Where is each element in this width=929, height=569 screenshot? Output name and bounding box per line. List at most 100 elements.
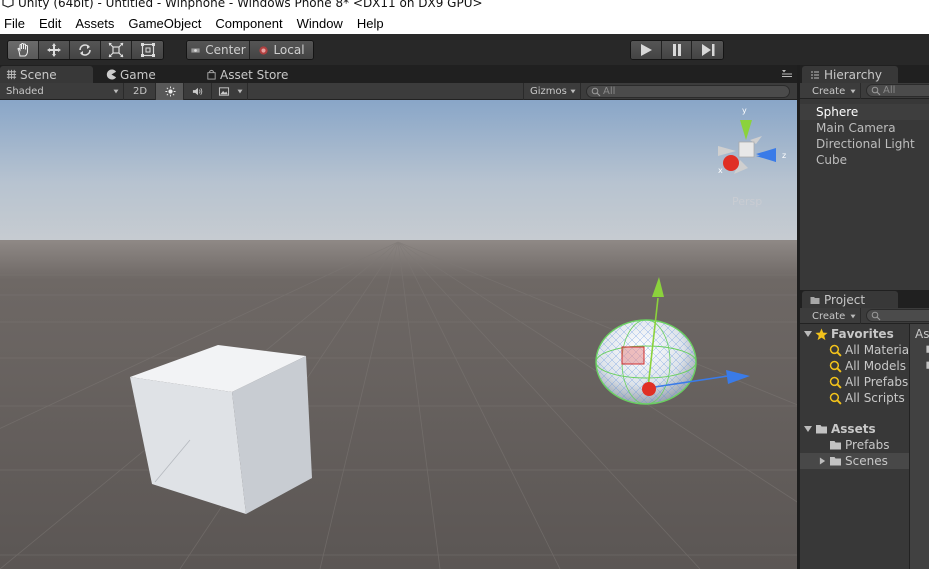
projection-label[interactable]: Persp xyxy=(732,195,762,208)
search-folder-icon xyxy=(829,392,842,405)
tab-scene-label: Scene xyxy=(20,67,57,82)
project-search-input[interactable] xyxy=(866,309,929,322)
search-folder-icon xyxy=(829,344,842,357)
folder-scenes-label: Scenes xyxy=(845,454,888,468)
folder-icon xyxy=(810,296,820,304)
pivot-center-button[interactable]: Center xyxy=(187,41,250,59)
folder-prefabs[interactable]: Prefabs xyxy=(829,437,890,453)
window-titlebar: Unity (64bit) - Untitled - Winphone - Wi… xyxy=(0,0,929,12)
pivot-center-label: Center xyxy=(205,43,246,57)
hierarchy-item-cube[interactable]: Cube xyxy=(800,152,929,168)
scene-search-placeholder: All xyxy=(603,86,616,97)
list-icon xyxy=(811,71,819,78)
pivot-local-icon xyxy=(259,45,269,55)
tab-asset-store[interactable]: Asset Store xyxy=(200,66,300,83)
tab-project[interactable]: Project xyxy=(802,291,898,308)
menu-bar: File Edit Assets GameObject Component Wi… xyxy=(0,12,929,34)
assets-section[interactable]: Assets xyxy=(804,421,876,437)
move-tool-button[interactable] xyxy=(39,41,70,59)
rect-tool-button[interactable] xyxy=(132,41,163,59)
favorite-item-all-prefabs[interactable]: All Prefabs xyxy=(829,374,908,390)
pivot-controls: Center Local xyxy=(186,40,314,60)
tab-hierarchy[interactable]: Hierarchy xyxy=(802,66,898,83)
speaker-icon xyxy=(192,87,203,96)
step-button[interactable] xyxy=(692,41,723,59)
sky xyxy=(0,100,797,250)
tab-menu-icon[interactable] xyxy=(781,69,793,79)
pause-icon xyxy=(672,44,681,56)
hierarchy-toolbar: Create All xyxy=(800,83,929,99)
axis-y-label: y xyxy=(742,106,747,115)
search-folder-icon xyxy=(829,376,842,389)
play-icon xyxy=(640,44,652,56)
hand-tool-button[interactable] xyxy=(8,41,39,59)
menu-assets[interactable]: Assets xyxy=(75,16,114,31)
expand-arrow-icon xyxy=(804,426,812,432)
folder-scenes[interactable]: Scenes xyxy=(800,453,909,469)
search-icon xyxy=(591,87,601,97)
scene-search-input[interactable]: All xyxy=(586,85,790,98)
favorite-item-all-models[interactable]: All Models xyxy=(829,358,906,374)
hierarchy-item-directional-light[interactable]: Directional Light xyxy=(800,136,929,152)
draw-mode-dropdown[interactable]: Shaded xyxy=(0,83,124,100)
project-create-dropdown[interactable]: Create xyxy=(803,308,861,324)
hierarchy-item-main-camera[interactable]: Main Camera xyxy=(800,120,929,136)
menu-help[interactable]: Help xyxy=(357,16,384,31)
favorite-item-label: All Models xyxy=(845,359,906,373)
step-icon xyxy=(701,44,715,56)
rect-transform-icon xyxy=(140,43,155,57)
rotate-icon xyxy=(79,44,91,56)
pivot-local-button[interactable]: Local xyxy=(250,41,313,59)
menu-edit[interactable]: Edit xyxy=(39,16,61,31)
hierarchy-item-sphere[interactable]: Sphere xyxy=(800,104,929,120)
hierarchy-search-placeholder: All xyxy=(883,85,896,96)
menu-component[interactable]: Component xyxy=(215,16,282,31)
dropdown-arrow-icon xyxy=(850,314,856,319)
scene-grid-icon xyxy=(6,69,17,80)
favorites-section[interactable]: Favorites xyxy=(804,326,894,342)
move-arrows-icon xyxy=(47,43,61,57)
play-button[interactable] xyxy=(631,41,662,59)
dropdown-arrow-icon xyxy=(113,89,119,94)
scene-effects-dropdown[interactable] xyxy=(212,83,248,100)
mode-2d-button[interactable]: 2D xyxy=(124,83,156,100)
search-icon xyxy=(871,311,881,321)
dropdown-arrow-icon xyxy=(570,89,576,94)
project-asset-view: As xyxy=(910,324,929,569)
star-icon xyxy=(815,328,828,340)
scene-viewport[interactable]: y z x Persp xyxy=(0,100,797,569)
pivot-center-icon xyxy=(191,47,200,53)
hierarchy-create-dropdown[interactable]: Create xyxy=(803,83,861,99)
hierarchy-search-input[interactable]: All xyxy=(866,84,929,97)
hierarchy-create-label: Create xyxy=(812,85,846,97)
scene-view-toolbar: Shaded 2D Gizmos All xyxy=(0,83,797,100)
dropdown-arrow-icon xyxy=(237,89,243,94)
tab-scene[interactable]: Scene xyxy=(0,66,93,83)
unity-logo-icon xyxy=(2,0,14,8)
menu-window[interactable]: Window xyxy=(297,16,343,31)
window-title: Unity (64bit) - Untitled - Winphone - Wi… xyxy=(18,0,483,10)
gizmos-label: Gizmos xyxy=(530,86,567,97)
image-effects-icon xyxy=(218,87,230,96)
tab-project-label: Project xyxy=(824,292,866,307)
tab-game[interactable]: Game xyxy=(100,66,190,83)
rotate-tool-button[interactable] xyxy=(70,41,101,59)
favorite-item-all-scripts[interactable]: All Scripts xyxy=(829,390,905,406)
menu-gameobject[interactable]: GameObject xyxy=(128,16,201,31)
asset-view-header: As xyxy=(915,327,929,341)
menu-file[interactable]: File xyxy=(4,16,25,31)
mode-2d-label: 2D xyxy=(133,86,148,97)
favorite-item-all-material[interactable]: All Material xyxy=(829,342,912,358)
hand-icon xyxy=(17,43,28,57)
folder-icon xyxy=(816,425,827,434)
game-pacman-icon xyxy=(106,69,117,80)
transform-tools xyxy=(7,40,164,60)
scene-lighting-toggle[interactable] xyxy=(156,83,184,100)
pause-button[interactable] xyxy=(661,41,693,59)
tab-game-label: Game xyxy=(120,67,156,82)
folder-icon xyxy=(830,457,841,466)
scale-tool-button[interactable] xyxy=(101,41,132,59)
scene-audio-toggle[interactable] xyxy=(184,83,212,100)
gizmos-dropdown[interactable]: Gizmos xyxy=(523,83,581,100)
project-folder-tree: Favorites All Material All Models All Pr… xyxy=(800,324,912,569)
